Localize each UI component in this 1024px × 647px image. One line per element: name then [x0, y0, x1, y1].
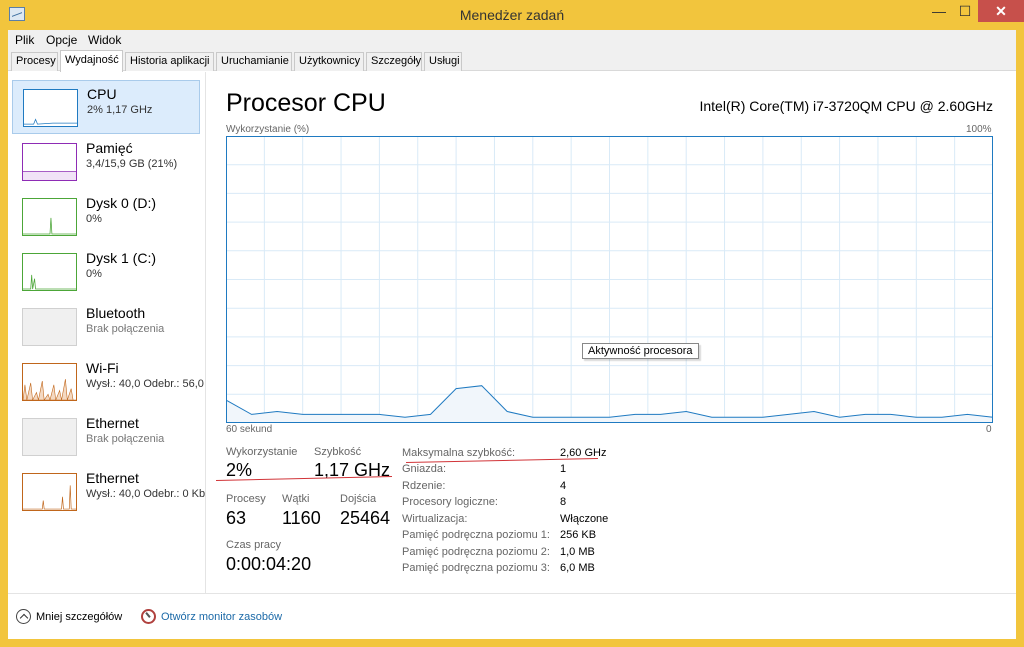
threads-value: 1160	[282, 508, 321, 528]
sidebar-item-label: Ethernet	[86, 470, 139, 486]
sidebar-item-label: Bluetooth	[86, 305, 146, 321]
maximize-button[interactable]: ☐	[952, 0, 978, 22]
page-title: Procesor CPU	[226, 89, 386, 117]
wifi-mini-graph	[22, 363, 77, 401]
fewer-details-label: Mniej szczegółów	[36, 610, 123, 623]
sidebar-item-memory[interactable]: Pamięć 3,4/15,9 GB (21%)	[12, 135, 200, 189]
menu-file[interactable]: Plik	[15, 33, 34, 47]
resource-sidebar: CPU 2% 1,17 GHz Pamięć 3,4/15,9 GB (21%)…	[8, 72, 206, 593]
uptime-value: 0:00:04:20	[226, 554, 312, 574]
disk1-mini-graph	[22, 253, 77, 291]
tab-startup[interactable]: Uruchamianie	[216, 52, 292, 71]
open-resource-monitor-link[interactable]: Otwórz monitor zasobów	[141, 609, 282, 624]
handles-value: 25464	[340, 508, 391, 528]
info-value-cores: 4	[560, 480, 567, 492]
info-label-logical: Procesory logiczne:	[402, 496, 498, 508]
tab-app-history[interactable]: Historia aplikacji	[125, 52, 214, 71]
client-area: Plik Opcje Widok Procesy Wydajność Histo…	[8, 30, 1016, 639]
tab-processes[interactable]: Procesy	[11, 52, 58, 71]
chevron-up-circle-icon	[16, 609, 31, 624]
sidebar-item-wifi[interactable]: Wi-Fi Wysł.: 40,0 Odebr.: 56,0	[12, 355, 204, 409]
sidebar-item-ethernet-2[interactable]: Ethernet Wysł.: 40,0 Odebr.: 0 Kb	[12, 465, 205, 519]
info-label-l2: Pamięć podręczna poziomu 2:	[402, 546, 550, 558]
speed-label: Szybkość	[314, 446, 362, 458]
sidebar-item-value: Brak połączenia	[86, 323, 165, 335]
sidebar-item-label: Dysk 0 (D:)	[86, 195, 156, 211]
fewer-details-button[interactable]: Mniej szczegółów	[16, 609, 122, 624]
tab-bar: Procesy Wydajność Historia aplikacji Uru…	[8, 50, 1016, 72]
info-value-max-speed: 2,60 GHz	[560, 447, 607, 459]
open-resource-monitor-label: Otwórz monitor zasobów	[161, 610, 283, 623]
info-label-l1: Pamięć podręczna poziomu 1:	[402, 529, 550, 541]
sidebar-item-label: Wi-Fi	[86, 360, 119, 376]
info-value-sockets: 1	[560, 463, 567, 475]
sidebar-item-disk0[interactable]: Dysk 0 (D:) 0%	[12, 190, 200, 244]
info-value-logical: 8	[560, 496, 567, 508]
cpu-mini-graph	[23, 89, 78, 127]
sidebar-item-value: 0%	[86, 213, 102, 225]
uptime-label: Czas pracy	[226, 539, 282, 551]
sidebar-item-value: 2% 1,17 GHz	[87, 104, 153, 116]
sidebar-item-label: Ethernet	[86, 415, 139, 431]
tab-users[interactable]: Użytkownicy	[294, 52, 364, 71]
info-value-l1: 256 KB	[560, 529, 597, 541]
info-label-virtualization: Wirtualizacja:	[402, 513, 468, 525]
utilization-value: 2%	[226, 460, 253, 480]
info-value-l2: 1,0 MB	[560, 546, 595, 558]
info-label-l3: Pamięć podręczna poziomu 3:	[402, 562, 550, 574]
graph-x-label: 60 sekund	[226, 424, 273, 435]
utilization-label: Wykorzystanie	[226, 446, 298, 458]
graph-y-label: Wykorzystanie (%)	[226, 124, 310, 135]
window-title: Menedżer zadań	[459, 7, 565, 23]
menu-options[interactable]: Opcje	[46, 33, 77, 47]
sidebar-item-label: Pamięć	[86, 140, 133, 156]
sidebar-item-label: Dysk 1 (C:)	[86, 250, 156, 266]
sidebar-item-value: Wysł.: 40,0 Odebr.: 56,0	[86, 378, 204, 390]
handles-label: Dojścia	[340, 493, 377, 505]
ethernet1-mini-graph	[22, 418, 77, 456]
cpu-usage-graph[interactable]	[226, 136, 993, 423]
graph-max-label: 100%	[966, 124, 992, 135]
minimize-button[interactable]: —	[926, 0, 952, 22]
processes-label: Procesy	[226, 493, 266, 505]
processes-value: 63	[226, 508, 247, 528]
task-manager-window: Menedżer zadań — ☐ ✕ Plik Opcje Widok Pr…	[0, 0, 1024, 647]
info-label-cores: Rdzenie:	[402, 480, 446, 492]
info-label-sockets: Gniazda:	[402, 463, 447, 475]
sidebar-item-value: Wysł.: 40,0 Odebr.: 0 Kb	[86, 488, 206, 500]
tab-details[interactable]: Szczegóły	[366, 52, 422, 71]
disk0-mini-graph	[22, 198, 77, 236]
tab-performance[interactable]: Wydajność	[60, 50, 123, 72]
sidebar-item-value: 3,4/15,9 GB (21%)	[86, 158, 178, 170]
info-value-l3: 6,0 MB	[560, 562, 595, 574]
sidebar-item-cpu[interactable]: CPU 2% 1,17 GHz	[12, 80, 200, 134]
memory-mini-graph	[22, 143, 77, 181]
sidebar-item-value: Brak połączenia	[86, 433, 165, 445]
tab-services[interactable]: Usługi	[424, 52, 462, 71]
close-button[interactable]: ✕	[978, 0, 1024, 22]
cpu-usage-chart	[226, 136, 993, 423]
footer-bar: Mniej szczegółów Otwórz monitor zasobów	[8, 593, 1016, 639]
sidebar-item-ethernet-1[interactable]: Ethernet Brak połączenia	[12, 410, 200, 464]
graph-x-end-label: 0	[986, 424, 992, 435]
info-label-max-speed: Maksymalna szybkość:	[402, 447, 516, 459]
sidebar-item-bluetooth[interactable]: Bluetooth Brak połączenia	[12, 300, 200, 354]
cpu-model-name: Intel(R) Core(TM) i7-3720QM CPU @ 2.60GH…	[699, 98, 993, 114]
bluetooth-mini-graph	[22, 308, 77, 346]
title-bar[interactable]: Menedżer zadań — ☐ ✕	[0, 0, 1024, 30]
performance-panel: Procesor CPU Intel(R) Core(TM) i7-3720QM…	[216, 72, 1016, 593]
sidebar-item-label: CPU	[87, 86, 117, 102]
tooltip: Aktywność procesora	[582, 343, 699, 359]
sidebar-item-value: 0%	[86, 268, 102, 280]
threads-label: Wątki	[282, 493, 310, 505]
menu-bar: Plik Opcje Widok	[8, 30, 1016, 50]
ethernet2-mini-graph	[22, 473, 77, 511]
menu-view[interactable]: Widok	[88, 33, 121, 47]
sidebar-item-disk1[interactable]: Dysk 1 (C:) 0%	[12, 245, 200, 299]
resource-monitor-icon	[141, 609, 156, 624]
info-value-virtualization: Włączone	[560, 513, 609, 525]
